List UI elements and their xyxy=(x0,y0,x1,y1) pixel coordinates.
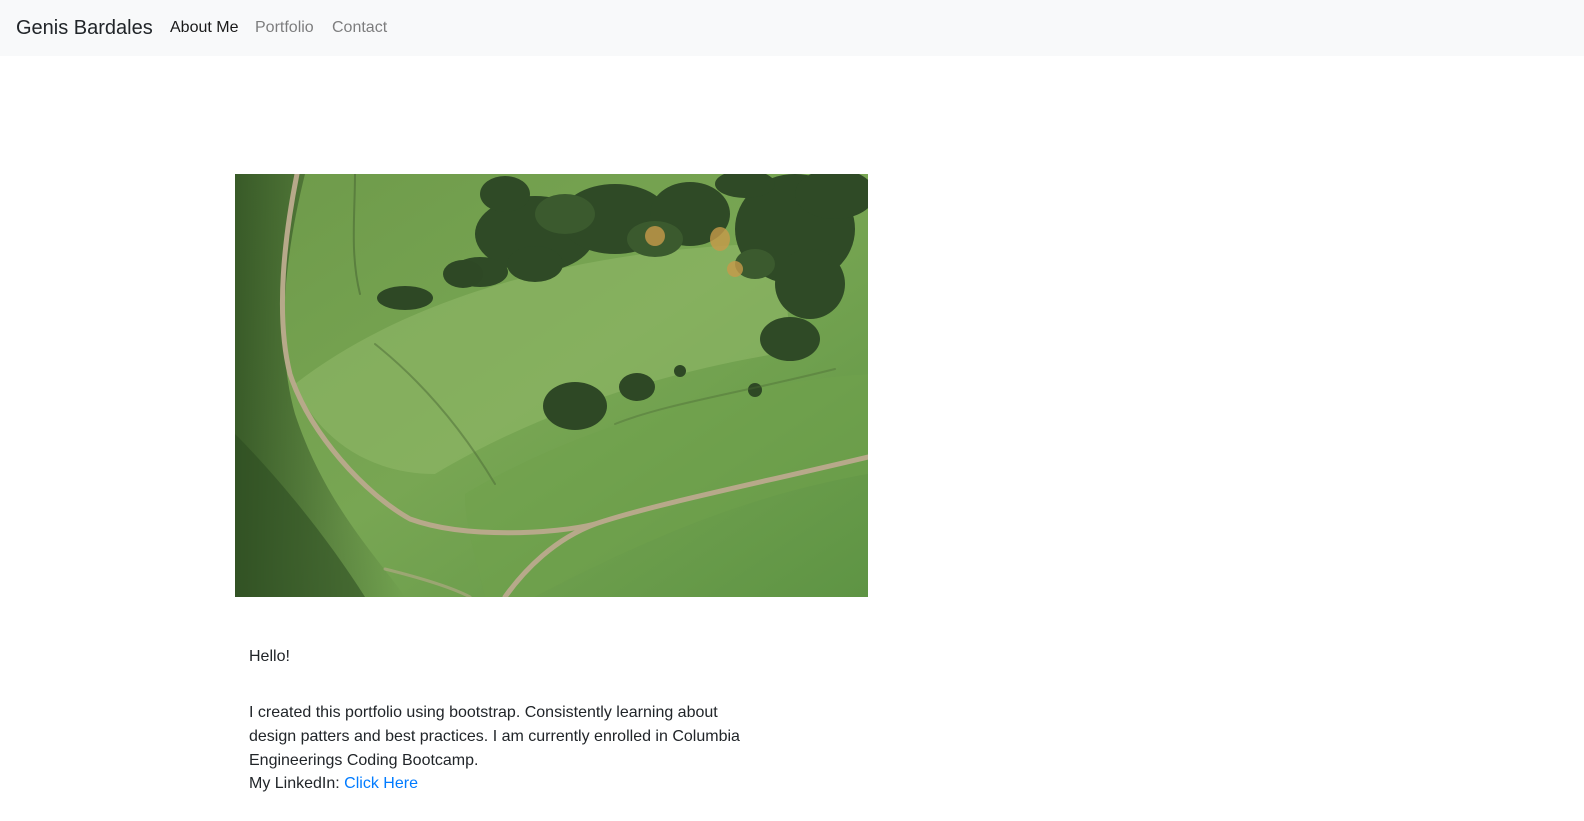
hero-image xyxy=(235,174,868,597)
navbar: Genis Bardales About Me Portfolio Contac… xyxy=(0,0,1584,56)
aerial-landscape-image xyxy=(235,174,868,597)
bio-text: I created this portfolio using bootstrap… xyxy=(249,704,740,769)
linkedin-line: My LinkedIn: Click Here xyxy=(249,772,769,796)
linkedin-link[interactable]: Click Here xyxy=(344,775,418,792)
greeting-text: Hello! xyxy=(249,648,290,665)
linkedin-label: My LinkedIn: xyxy=(249,775,340,792)
nav-link-contact[interactable]: Contact xyxy=(332,17,387,39)
nav-link-about-me[interactable]: About Me xyxy=(170,17,238,39)
nav-link-portfolio[interactable]: Portfolio xyxy=(255,17,314,39)
brand-link[interactable]: Genis Bardales xyxy=(16,15,153,41)
